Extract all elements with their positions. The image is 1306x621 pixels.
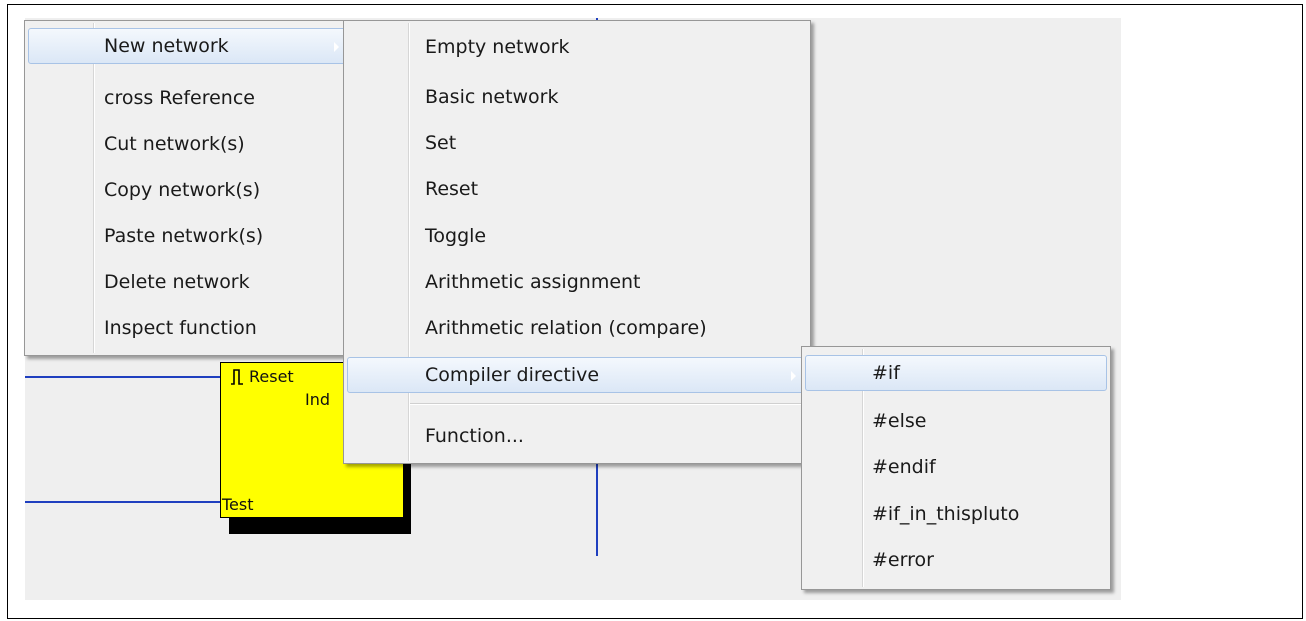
menu-item-set[interactable]: Set [347, 125, 807, 161]
menu-item-else[interactable]: #else [805, 403, 1107, 439]
menu-item-label: Arithmetic relation (compare) [425, 317, 707, 339]
pin-ind-label: Ind [305, 390, 331, 409]
context-menu: New network cross Reference Cut network(… [24, 20, 354, 356]
menu-item-label: Toggle [425, 225, 487, 247]
menu-item-label: Cut network(s) [104, 133, 245, 155]
menu-item-cut-networks[interactable]: Cut network(s) [28, 126, 350, 162]
menu-item-endif[interactable]: #endif [805, 449, 1107, 485]
menu-item-label: Empty network [425, 36, 570, 58]
pin-reset-label: Reset [249, 367, 294, 386]
submenu-arrow-icon [334, 42, 339, 52]
menu-item-compiler-directive[interactable]: Compiler directive [347, 357, 807, 393]
menu-item-empty-network[interactable]: Empty network [347, 29, 807, 65]
menu-item-new-network[interactable]: New network [28, 28, 350, 64]
new-network-submenu: Empty network Basic network Set Reset To… [343, 20, 811, 464]
menu-item-label: Reset [425, 178, 479, 200]
menu-item-label: Inspect function [104, 317, 257, 339]
menu-item-arithmetic-relation[interactable]: Arithmetic relation (compare) [347, 310, 807, 346]
menu-item-label: #else [872, 410, 927, 432]
menu-item-inspect-function[interactable]: Inspect function [28, 310, 350, 346]
menu-item-label: Paste network(s) [104, 225, 264, 247]
menu-item-label: Compiler directive [425, 364, 600, 386]
pulse-icon [231, 369, 243, 385]
menu-item-paste-networks[interactable]: Paste network(s) [28, 218, 350, 254]
menu-item-if[interactable]: #if [805, 355, 1107, 391]
wire-reset [25, 376, 221, 378]
menu-item-error[interactable]: #error [805, 542, 1107, 578]
menu-item-label: Arithmetic assignment [425, 271, 641, 293]
menu-item-label: Delete network [104, 271, 250, 293]
menu-item-label: #endif [872, 456, 936, 478]
menu-item-label: Set [425, 132, 457, 154]
menu-item-function[interactable]: Function... [347, 418, 807, 454]
menu-item-arithmetic-assignment[interactable]: Arithmetic assignment [347, 264, 807, 300]
menu-item-if-in-thispluto[interactable]: #if_in_thispluto [805, 496, 1107, 532]
compiler-directive-submenu: #if #else #endif #if_in_thispluto #error [801, 346, 1111, 590]
menu-item-label: Copy network(s) [104, 179, 261, 201]
pin-test-label: Test [222, 495, 254, 514]
menu-item-delete-network[interactable]: Delete network [28, 264, 350, 300]
menu-separator [410, 403, 806, 405]
menu-item-label: Basic network [425, 86, 559, 108]
menu-item-cross-reference[interactable]: cross Reference [28, 80, 350, 116]
wire-test [25, 501, 221, 503]
menu-item-label: New network [104, 35, 229, 57]
menu-item-label: #error [872, 549, 934, 571]
wire-vertical [596, 464, 598, 556]
menu-item-label: #if_in_thispluto [872, 503, 1020, 525]
submenu-arrow-icon [791, 371, 796, 381]
menu-item-reset[interactable]: Reset [347, 171, 807, 207]
menu-item-label: Function... [425, 425, 524, 447]
menu-item-copy-networks[interactable]: Copy network(s) [28, 172, 350, 208]
menu-item-toggle[interactable]: Toggle [347, 218, 807, 254]
menu-item-basic-network[interactable]: Basic network [347, 79, 807, 115]
menu-item-label: #if [872, 362, 900, 384]
menu-item-label: cross Reference [104, 87, 255, 109]
